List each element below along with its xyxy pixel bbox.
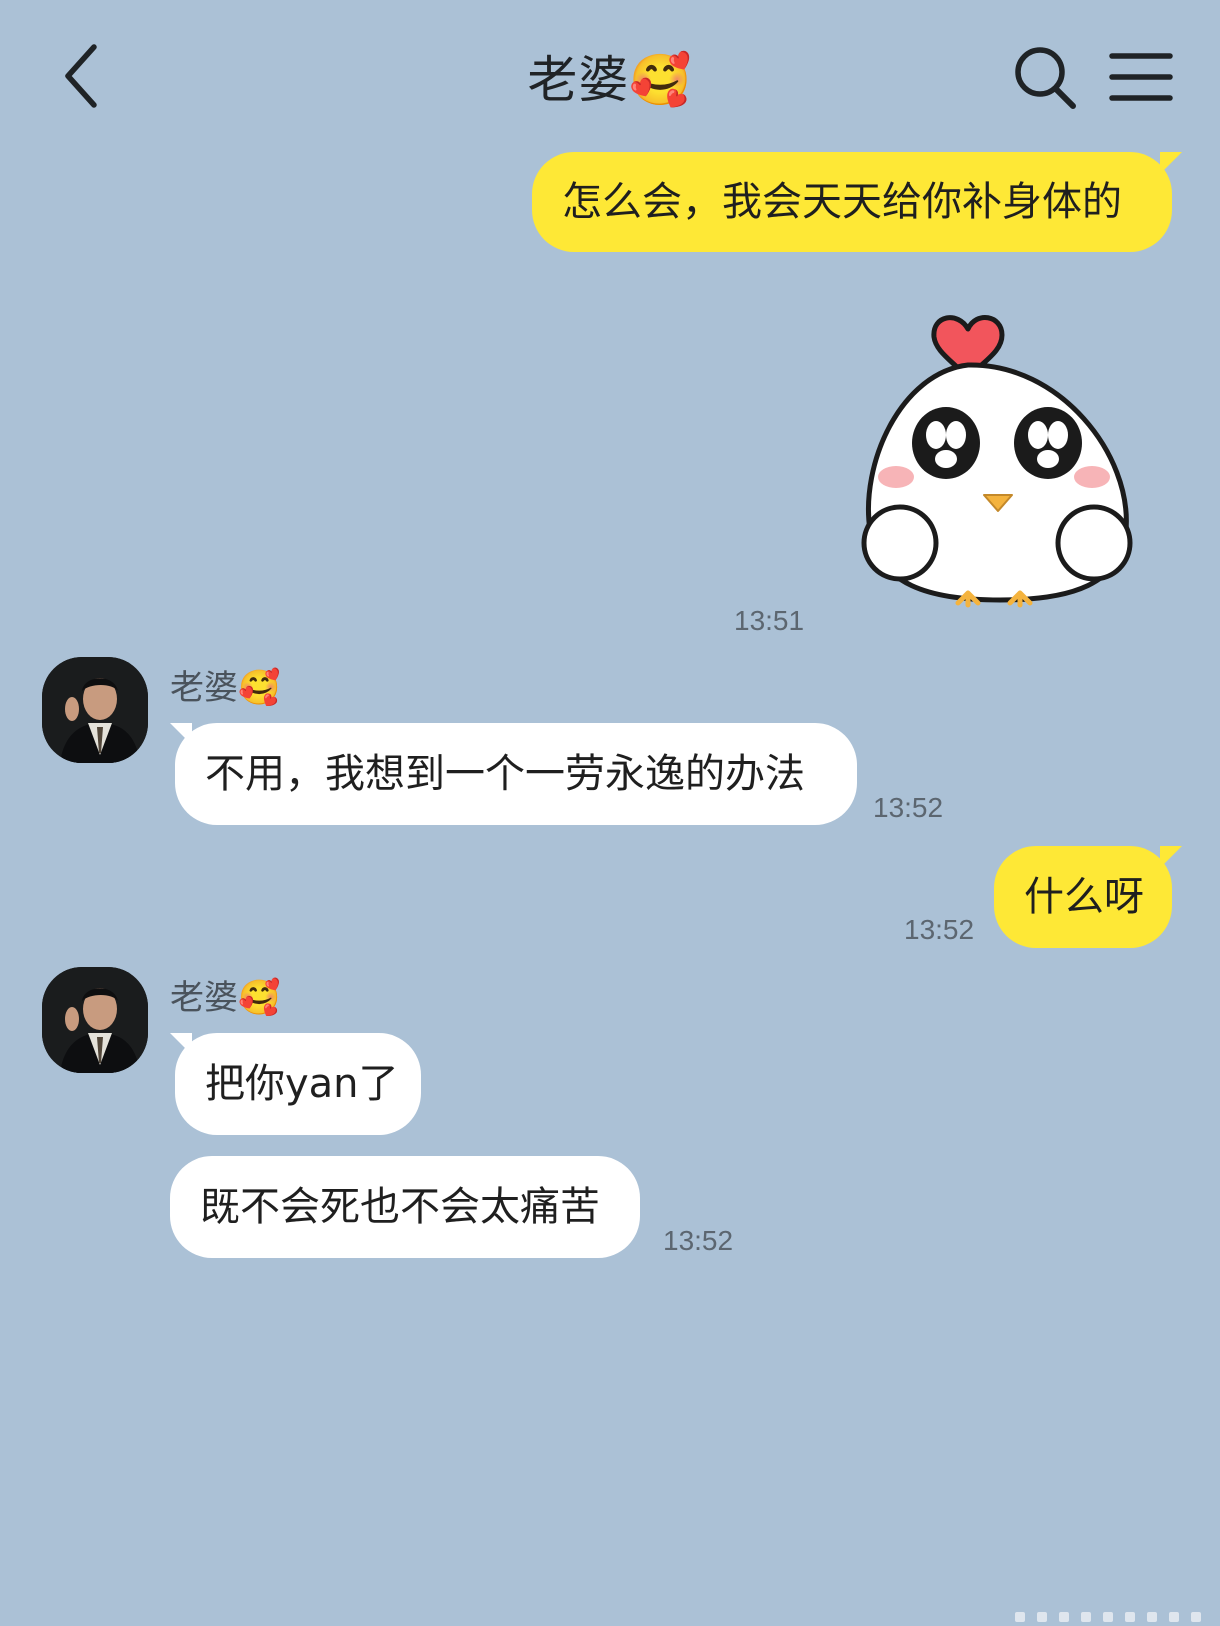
- message-text: 什么呀: [1024, 874, 1144, 920]
- message-text: 把你yan了: [205, 1061, 399, 1107]
- message-bubble-incoming[interactable]: 不用，我想到一个一劳永逸的办法: [175, 723, 857, 825]
- message-time: 13:51: [734, 605, 805, 636]
- message-text: 怎么会，我会天天给你补身体的: [562, 179, 1122, 225]
- avatar[interactable]: [42, 967, 148, 1073]
- message-time: 13:52: [873, 792, 944, 823]
- message-text: 不用，我想到一个一劳永逸的办法: [205, 751, 805, 797]
- message-bubble-incoming[interactable]: 既不会死也不会太痛苦: [170, 1156, 640, 1258]
- message-bubble-outgoing[interactable]: 什么呀: [994, 846, 1172, 948]
- avatar[interactable]: [42, 657, 148, 763]
- message-time: 13:52: [904, 914, 975, 945]
- message-text: 既不会死也不会太痛苦: [200, 1184, 600, 1230]
- message-time: 13:52: [663, 1225, 734, 1256]
- chicken-heart-sticker[interactable]: [860, 295, 1140, 615]
- message-bubble-outgoing[interactable]: 怎么会，我会天天给你补身体的: [532, 152, 1172, 252]
- bubble-tail: [1160, 846, 1182, 868]
- sender-name: 老婆🥰: [170, 978, 281, 1018]
- menu-icon[interactable]: [1104, 42, 1180, 112]
- sender-name: 老婆🥰: [170, 668, 281, 708]
- home-indicator: [1015, 1612, 1201, 1622]
- message-bubble-incoming[interactable]: 把你yan了: [175, 1033, 421, 1135]
- bubble-tail: [170, 723, 192, 745]
- bubble-tail: [1160, 152, 1182, 174]
- bubble-tail: [170, 1033, 192, 1055]
- search-icon[interactable]: [1010, 42, 1080, 112]
